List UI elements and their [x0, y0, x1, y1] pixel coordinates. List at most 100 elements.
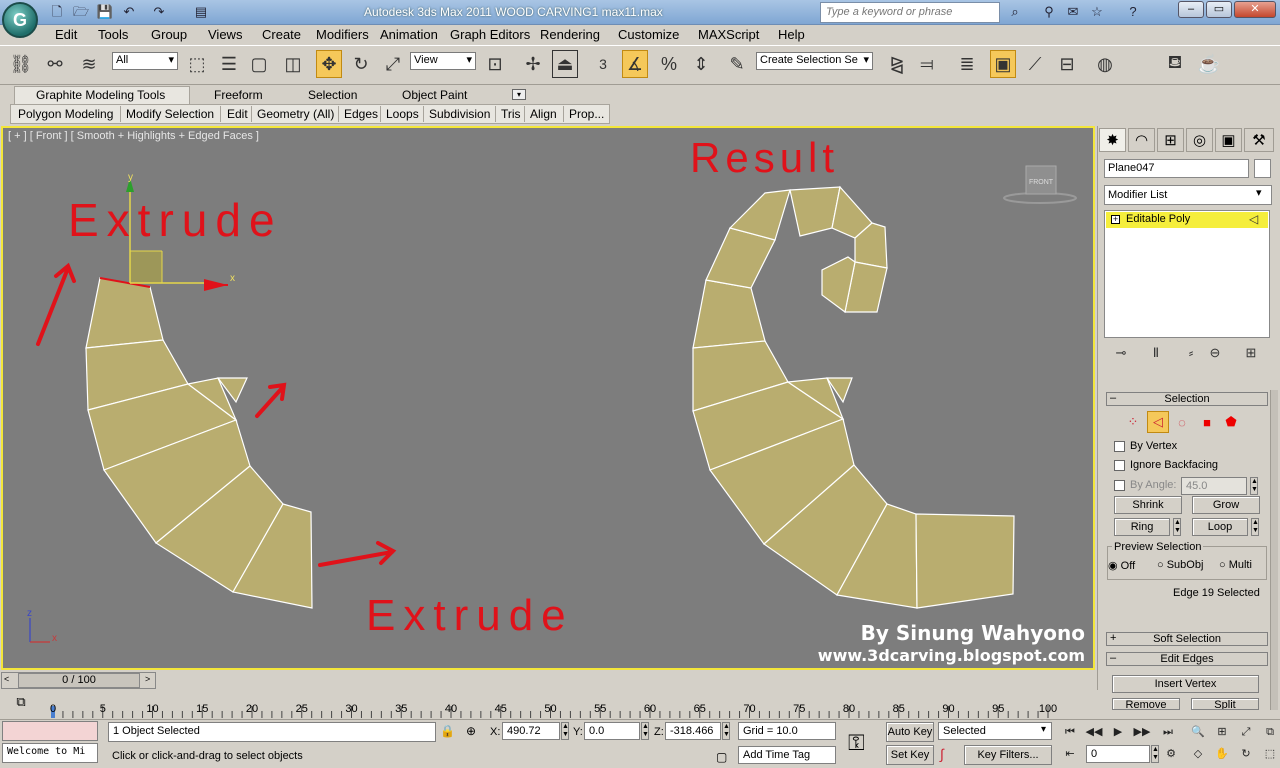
- y-coordinate-field[interactable]: 0.0: [584, 722, 640, 740]
- pan-hand-icon[interactable]: ✋: [1212, 745, 1232, 763]
- y-label: Y:: [573, 726, 583, 738]
- zoom-extents-icon[interactable]: ⤢: [1236, 723, 1256, 741]
- z-spinner[interactable]: ▲ ▼: [722, 722, 730, 740]
- vertex-mode-icon[interactable]: ⁘: [1122, 411, 1144, 433]
- selection-status-text: Edge 19 Selected: [1173, 587, 1260, 599]
- preview-multi-radio[interactable]: ○ Multi: [1219, 559, 1252, 571]
- loop-button[interactable]: Loop: [1192, 518, 1248, 536]
- track-tick-label: 90: [942, 703, 955, 715]
- key-filters-button[interactable]: Key Filters...: [964, 745, 1052, 765]
- current-frame-field[interactable]: 0: [1086, 745, 1150, 763]
- rollout-edit-edges-header[interactable]: – Edit Edges: [1106, 652, 1268, 666]
- next-frame-icon[interactable]: ▶▶: [1132, 723, 1152, 741]
- make-unique-icon[interactable]: ⸗: [1182, 345, 1200, 363]
- gizmo-plane-handle: [130, 251, 162, 283]
- play-icon[interactable]: ▶: [1108, 723, 1128, 741]
- stack-item-editable-poly[interactable]: Editable Poly: [1106, 212, 1268, 228]
- ignore-backfacing-checkbox[interactable]: Ignore Backfacing: [1114, 459, 1218, 471]
- remove-modifier-icon[interactable]: ⊖: [1206, 345, 1224, 363]
- by-angle-checkbox[interactable]: By Angle:: [1114, 479, 1176, 491]
- orbit-icon[interactable]: ↻: [1236, 745, 1256, 763]
- track-tick-label: 30: [345, 703, 358, 715]
- preview-subobj-radio[interactable]: ○ SubObj: [1157, 559, 1203, 571]
- command-panel-scrollbar[interactable]: [1270, 390, 1278, 710]
- by-vertex-label: By Vertex: [1130, 440, 1178, 452]
- ring-button[interactable]: Ring: [1114, 518, 1170, 536]
- y-spinner[interactable]: ▲ ▼: [641, 722, 649, 740]
- show-end-result-icon[interactable]: Ⅱ: [1147, 345, 1165, 363]
- time-slider-thumb[interactable]: 0 / 100: [18, 673, 140, 688]
- axis-tripod: [29, 618, 50, 643]
- key-mode-toggle-icon[interactable]: ⇤: [1060, 745, 1080, 763]
- track-tick-label: 10: [146, 703, 159, 715]
- z-coordinate-field[interactable]: -318.466: [665, 722, 721, 740]
- maxscript-listener-pink[interactable]: [2, 721, 98, 741]
- pin-stack-icon[interactable]: ⊸: [1112, 345, 1130, 363]
- set-key-icon[interactable]: ⚿: [848, 730, 865, 756]
- rollout-soft-selection-header[interactable]: + Soft Selection: [1106, 632, 1268, 646]
- hierarchy-panel-tab-icon[interactable]: ⊞: [1157, 128, 1184, 152]
- key-curve-icon[interactable]: ∫: [940, 746, 944, 762]
- track-tick-label: 60: [643, 703, 657, 715]
- key-mode-dropdown[interactable]: Selected: [938, 722, 1052, 740]
- track-tick-label: 45: [494, 703, 507, 715]
- element-mode-icon[interactable]: ⬟: [1220, 411, 1242, 433]
- object-color-swatch[interactable]: [1254, 159, 1271, 178]
- auto-key-button[interactable]: Auto Key: [886, 722, 934, 742]
- watermark-author: By Sinung Wahyono: [861, 621, 1085, 645]
- time-slider-prev-icon[interactable]: <: [4, 674, 9, 684]
- track-tick-label: 0: [49, 703, 57, 715]
- configure-modifier-sets-icon[interactable]: ⊞: [1242, 345, 1260, 363]
- shrink-button[interactable]: Shrink: [1114, 496, 1182, 514]
- maxscript-mini-listener[interactable]: Welcome to Mi: [2, 743, 98, 763]
- polygon-mode-icon[interactable]: ■: [1196, 411, 1218, 433]
- display-panel-tab-icon[interactable]: ▣: [1215, 128, 1242, 152]
- time-configuration-icon[interactable]: ⚙: [1161, 745, 1181, 763]
- zoom-extents-all-icon[interactable]: ⧉: [1260, 723, 1280, 741]
- x-spinner[interactable]: ▲ ▼: [561, 722, 569, 740]
- modifier-list-dropdown[interactable]: Modifier List: [1104, 185, 1272, 205]
- preview-multi-label: Multi: [1228, 559, 1252, 571]
- preview-off-radio[interactable]: ◉ Off: [1108, 559, 1135, 572]
- selection-lock-icon[interactable]: 🔒: [440, 724, 455, 738]
- zoom-icon[interactable]: 🔍: [1188, 723, 1208, 741]
- track-tick-label: 100: [1038, 703, 1058, 715]
- add-time-tag-field[interactable]: Add Time Tag: [738, 746, 836, 764]
- track-tick-label: 40: [444, 703, 458, 715]
- split-button[interactable]: Split: [1191, 698, 1259, 710]
- maximize-viewport-icon[interactable]: ⬚: [1260, 745, 1280, 763]
- angle-spinner[interactable]: ▲ ▼: [1250, 477, 1258, 495]
- expand-plus-icon[interactable]: +: [1111, 215, 1120, 224]
- modify-panel-tab-icon[interactable]: ◠: [1128, 128, 1155, 152]
- modifier-stack[interactable]: [1104, 210, 1270, 338]
- create-panel-tab-icon[interactable]: ✸: [1099, 128, 1126, 152]
- loop-spinner[interactable]: ▲ ▼: [1251, 518, 1259, 536]
- set-key-button[interactable]: Set Key: [886, 745, 934, 765]
- annotation-extrude-bottom: Extrude: [366, 591, 574, 640]
- utilities-panel-tab-icon[interactable]: ⚒: [1244, 128, 1274, 152]
- absolute-mode-icon[interactable]: ⊕: [466, 724, 476, 738]
- angle-value-field[interactable]: 45.0: [1181, 477, 1247, 495]
- x-coordinate-field[interactable]: 490.72: [502, 722, 560, 740]
- rollout-selection-header[interactable]: – Selection: [1106, 392, 1268, 406]
- frame-spinner[interactable]: ▲ ▼: [1151, 745, 1159, 763]
- motion-panel-tab-icon[interactable]: ◎: [1186, 128, 1213, 152]
- go-to-end-icon[interactable]: ⏭: [1158, 723, 1178, 741]
- mini-curve-editor-icon[interactable]: ⧉: [10, 694, 32, 712]
- object-name-field[interactable]: Plane047: [1104, 159, 1249, 178]
- ring-spinner[interactable]: ▲ ▼: [1173, 518, 1181, 536]
- preview-selection-title: Preview Selection: [1112, 541, 1204, 553]
- field-of-view-icon[interactable]: ◇: [1188, 745, 1208, 763]
- remove-button[interactable]: Remove: [1112, 698, 1180, 710]
- previous-frame-icon[interactable]: ◀◀: [1084, 723, 1104, 741]
- app-menu-logo-icon[interactable]: G: [2, 2, 38, 38]
- edge-mode-icon[interactable]: ◁: [1147, 411, 1169, 433]
- border-mode-icon[interactable]: ◌: [1171, 411, 1193, 433]
- grow-button[interactable]: Grow: [1192, 496, 1260, 514]
- by-vertex-checkbox[interactable]: By Vertex: [1114, 440, 1177, 452]
- time-slider-next-icon[interactable]: >: [145, 674, 150, 684]
- track-tick-label: 85: [892, 703, 905, 715]
- insert-vertex-button[interactable]: Insert Vertex: [1112, 675, 1259, 693]
- zoom-all-icon[interactable]: ⊞: [1212, 723, 1232, 741]
- go-to-start-icon[interactable]: ⏮: [1060, 723, 1080, 741]
